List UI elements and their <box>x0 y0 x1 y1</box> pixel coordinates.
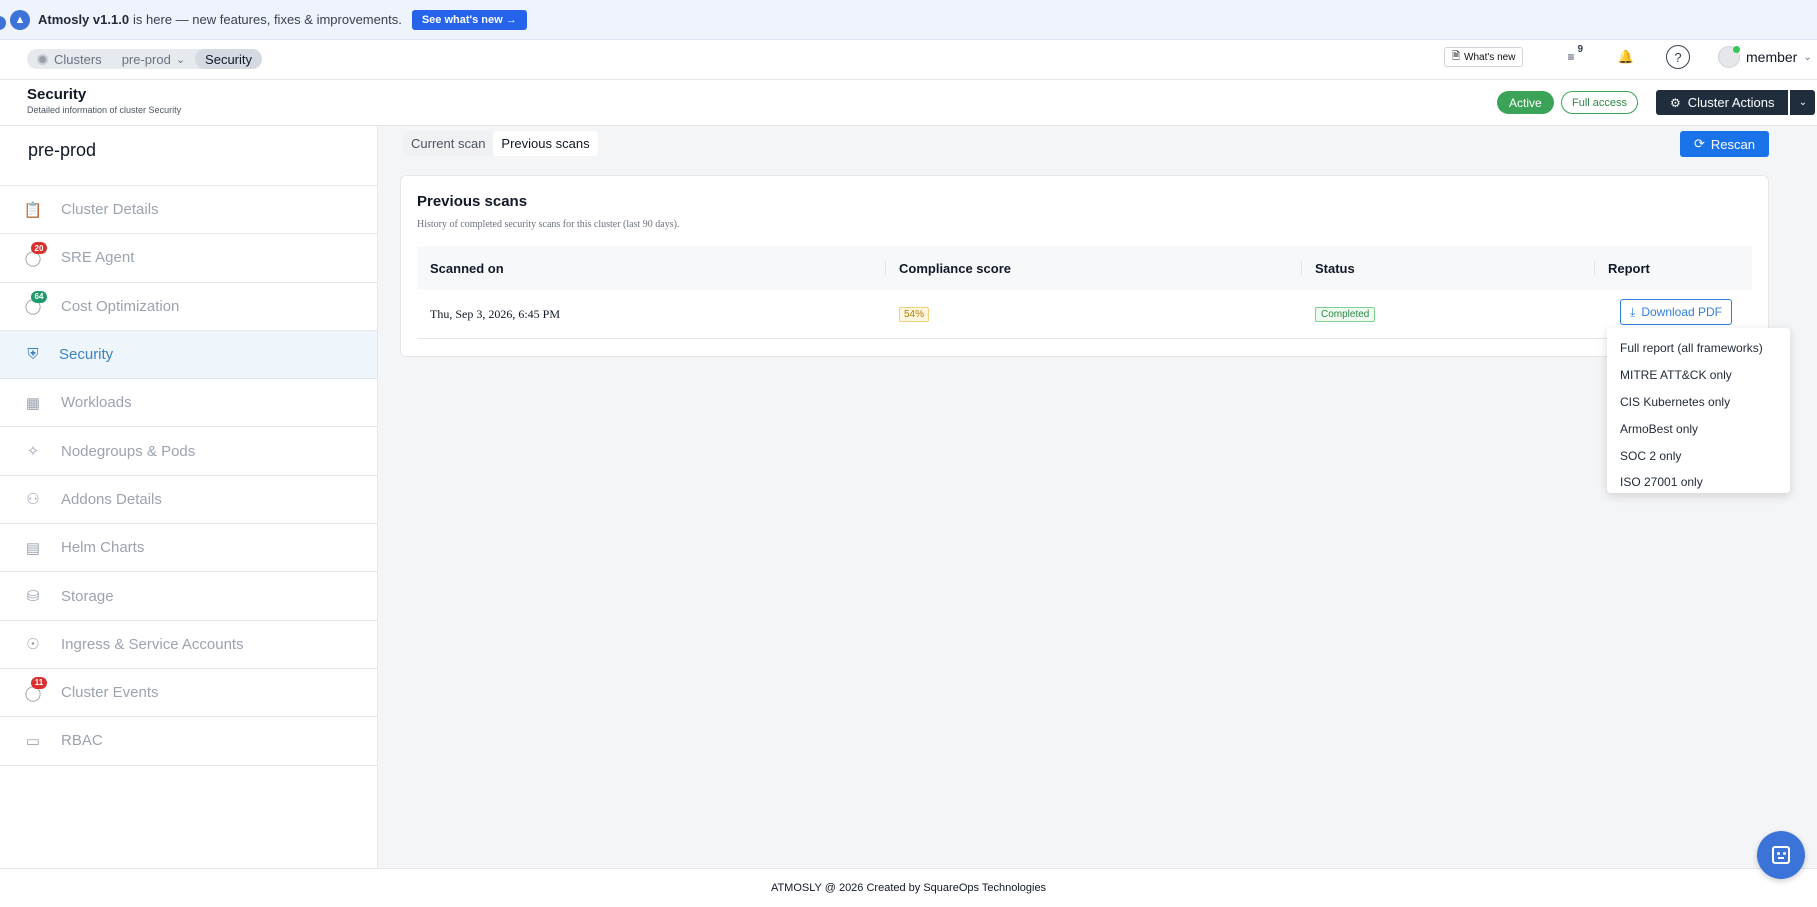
sidebar-item-storage[interactable]: ⛁ Storage <box>0 572 377 621</box>
task-list-button[interactable]: ≡ 9 <box>1559 44 1583 69</box>
column-report: Report <box>1608 261 1650 276</box>
status-badge: Active <box>1497 91 1554 114</box>
compliance-score-badge: 54% <box>899 307 930 322</box>
cluster-actions-dropdown-toggle[interactable]: ⌄ <box>1790 90 1816 115</box>
tab-previous-scans[interactable]: Previous scans <box>493 131 598 156</box>
sidebar-item-helm-charts[interactable]: ▤ Helm Charts <box>0 524 377 573</box>
refresh-icon: ⟳ <box>1694 136 1705 151</box>
chevron-down-icon: ⌄ <box>1798 97 1808 108</box>
table-header: Scanned on Compliance score Status Repor… <box>417 246 1752 290</box>
download-icon: ⤓ <box>1630 304 1636 319</box>
rescan-button[interactable]: ⟳ Rescan <box>1680 131 1769 157</box>
breadcrumb-clusters[interactable]: Clusters <box>27 49 112 69</box>
puzzle-icon: ⚇ <box>26 491 40 509</box>
previous-scans-card: Previous scans History of completed secu… <box>400 175 1769 357</box>
table-row: Thu, Sep 3, 2026, 6:45 PM 54% Completed … <box>417 290 1752 339</box>
rocket-icon: ▲ <box>10 9 30 30</box>
avatar <box>1718 46 1740 68</box>
help-icon: ? <box>1674 49 1682 65</box>
breadcrumb: Clusters pre-prod ⌄ Security <box>27 49 263 69</box>
sidebar-item-rbac[interactable]: ▭ RBAC <box>0 717 377 766</box>
cluster-actions: ⚙ Cluster Actions ⌄ <box>1656 90 1816 115</box>
download-pdf-button[interactable]: ⤓ Download PDF <box>1620 299 1733 325</box>
footer-text: ATMOSLY @ 2026 Created by SquareOps Tech… <box>770 882 1047 894</box>
report-options-menu: Full report (all frameworks) MITRE ATT&C… <box>1607 328 1790 493</box>
card-description: History of completed security scans for … <box>417 219 680 230</box>
sidebar-cluster-name: pre-prod <box>28 140 97 160</box>
scan-status-badge: Completed <box>1315 307 1376 322</box>
user-name: member <box>1746 49 1798 65</box>
page-subtitle: Detailed information of cluster Security <box>27 105 182 115</box>
menu-item-iso27001[interactable]: ISO 27001 only <box>1607 469 1790 496</box>
sidebar-item-security[interactable]: ⛨ Security <box>0 330 377 380</box>
cluster-actions-button[interactable]: ⚙ Cluster Actions <box>1656 90 1789 115</box>
bot-icon <box>1772 846 1790 864</box>
sidebar-item-ingress-service-accounts[interactable]: ☉ Ingress & Service Accounts <box>0 621 377 669</box>
sidebar-item-cluster-events[interactable]: ◯ 11 Cluster Events <box>0 669 377 718</box>
sidebar: pre-prod 📋 Cluster Details ◯ 20 SRE Agen… <box>0 126 378 868</box>
shield-icon: ⛨ <box>27 346 39 364</box>
column-divider <box>1594 260 1595 276</box>
cluster-status-icon <box>37 53 48 65</box>
task-count-badge: 9 <box>1577 44 1583 55</box>
breadcrumb-current: Security <box>195 49 263 69</box>
score-cell: 54% <box>899 306 930 322</box>
document-icon: 🗎 <box>1452 50 1461 62</box>
sidebar-item-addons-details[interactable]: ⚇ Addons Details <box>0 476 377 525</box>
column-status: Status <box>1315 261 1355 276</box>
list-icon: ≡ <box>1567 50 1575 64</box>
nodes-icon: ✧ <box>26 443 40 461</box>
banner-version: Atmosly v1.1.0 <box>38 12 130 27</box>
side-tab-handle[interactable] <box>0 16 6 30</box>
sre-agent-count-badge: 20 <box>31 242 47 255</box>
cost-optimization-count-badge: 64 <box>31 290 47 303</box>
notifications-button[interactable]: 🔔 <box>1614 45 1638 69</box>
column-scanned-on: Scanned on <box>430 261 504 276</box>
globe-icon: ☉ <box>26 636 40 654</box>
sidebar-item-cost-optimization[interactable]: ◯ 64 Cost Optimization <box>0 283 377 331</box>
sidebar-item-workloads[interactable]: ▦ Workloads <box>0 379 377 428</box>
clipboard-icon: 📋 <box>23 201 43 219</box>
menu-item-mitre[interactable]: MITRE ATT&CK only <box>1607 362 1790 389</box>
chevron-down-icon: ⌄ <box>175 53 186 66</box>
scan-tabs: Current scan Previous scans <box>403 131 598 156</box>
menu-item-armobest[interactable]: ArmoBest only <box>1607 415 1790 442</box>
chat-assistant-button[interactable] <box>1757 831 1805 879</box>
store-icon: ▤ <box>25 539 41 557</box>
sidebar-item-sre-agent[interactable]: ◯ 20 SRE Agent <box>0 234 377 283</box>
breadcrumb-cluster-select[interactable]: pre-prod ⌄ <box>112 49 195 69</box>
card-title: Previous scans <box>417 193 528 210</box>
database-icon: ⛁ <box>26 588 40 606</box>
chevron-down-icon: ⌄ <box>1803 51 1812 63</box>
banner-message: is here — new features, fixes & improvem… <box>133 12 402 27</box>
gear-icon: ⚙ <box>1670 95 1681 110</box>
page-title: Security <box>27 86 87 103</box>
top-nav: Clusters pre-prod ⌄ Security 🗎 What's ne… <box>0 40 1817 80</box>
whats-new-button[interactable]: 🗎 What's new <box>1444 47 1524 67</box>
sidebar-item-cluster-details[interactable]: 📋 Cluster Details <box>0 186 377 235</box>
bell-icon: 🔔 <box>1617 49 1635 64</box>
help-button[interactable]: ? <box>1666 45 1690 69</box>
tab-current-scan[interactable]: Current scan <box>403 131 493 156</box>
menu-item-full-report[interactable]: Full report (all frameworks) <box>1607 335 1790 362</box>
user-menu[interactable]: member ⌄ <box>1718 45 1812 69</box>
access-badge: Full access <box>1561 91 1639 114</box>
see-whats-new-button[interactable]: See what's new → <box>411 9 527 30</box>
menu-item-cis-kubernetes[interactable]: CIS Kubernetes only <box>1607 389 1790 416</box>
scanned-on-value: Thu, Sep 3, 2026, 6:45 PM <box>430 307 561 321</box>
page-header: Security Detailed information of cluster… <box>0 80 1817 126</box>
footer: ATMOSLY @ 2026 Created by SquareOps Tech… <box>0 868 1817 907</box>
sidebar-item-nodegroups-pods[interactable]: ✧ Nodegroups & Pods <box>0 427 377 476</box>
status-cell: Completed <box>1315 306 1376 322</box>
sidebar-nav: 📋 Cluster Details ◯ 20 SRE Agent ◯ 64 Co… <box>0 185 377 766</box>
menu-item-soc2[interactable]: SOC 2 only <box>1607 442 1790 469</box>
grid-icon: ▦ <box>25 394 41 412</box>
announcement-banner: ▲ Atmosly v1.1.0 is here — new features,… <box>0 0 1817 40</box>
cluster-events-count-badge: 11 <box>31 676 47 689</box>
id-card-icon: ▭ <box>25 732 41 750</box>
column-divider <box>885 260 886 276</box>
column-compliance-score: Compliance score <box>899 261 1011 276</box>
column-divider <box>1301 260 1302 276</box>
